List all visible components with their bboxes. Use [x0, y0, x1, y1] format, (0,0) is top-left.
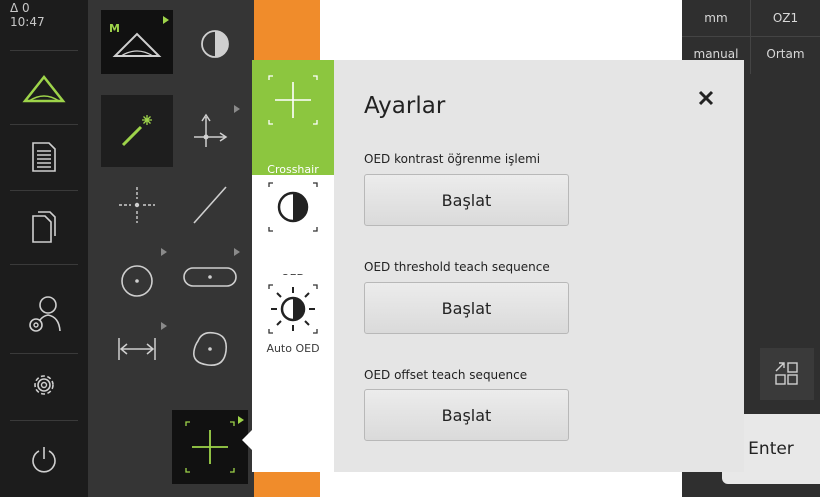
measure-icon — [22, 74, 66, 103]
sidebar-item-measure[interactable] — [0, 52, 88, 124]
line-tool[interactable] — [174, 170, 246, 240]
tab-crosshair[interactable]: Crosshair — [252, 60, 334, 180]
contrast-icon — [201, 30, 229, 58]
coordinate-axes-icon — [194, 113, 228, 147]
distance-icon — [118, 338, 156, 360]
sidebar-item-power[interactable] — [0, 430, 88, 490]
oed-offset-label: OED offset teach sequence — [364, 368, 528, 382]
close-icon — [698, 90, 714, 106]
close-button[interactable] — [694, 86, 718, 110]
start-threshold-button[interactable]: Başlat — [364, 282, 569, 334]
distance-tool[interactable] — [101, 314, 173, 384]
slot-icon — [183, 267, 237, 287]
circle-icon — [121, 265, 153, 297]
blob-tool[interactable] — [174, 314, 246, 384]
crosshair-icon — [268, 75, 318, 125]
user-settings-icon — [29, 296, 61, 332]
start-offset-button[interactable]: Başlat — [364, 389, 569, 441]
manual-label: M — [109, 22, 120, 35]
files-icon — [32, 211, 56, 243]
auto-contrast-icon — [268, 284, 318, 334]
crosshair-icon — [185, 421, 235, 473]
sidebar-item-settings[interactable] — [0, 355, 88, 415]
settings-tab-column: Crosshair OED Auto OED — [252, 60, 334, 472]
measure-wand-tool[interactable] — [101, 95, 173, 167]
main-menu-sidebar: Δ 0 10:47 — [0, 0, 88, 497]
sidebar-item-files[interactable] — [0, 192, 88, 262]
filter-display[interactable]: Ortam — [751, 36, 820, 72]
manual-measure-tool[interactable]: M — [101, 10, 173, 74]
settings-dialog: Ayarlar OED kontrast öğrenme işlemi Başl… — [334, 60, 744, 472]
tab-auto-oed-label: Auto OED — [266, 342, 320, 355]
sidebar-item-user-settings[interactable] — [0, 280, 88, 350]
tab-auto-oed[interactable]: Auto OED — [252, 275, 334, 395]
oed-contrast-tool[interactable] — [184, 16, 246, 72]
dialog-title: Ayarlar — [364, 93, 446, 119]
layout-button[interactable] — [760, 348, 814, 400]
crosshair-tool[interactable] — [172, 410, 248, 484]
magic-wand-icon — [121, 115, 152, 147]
tool-palette: M — [88, 0, 254, 497]
sidebar-item-protocol[interactable] — [0, 126, 88, 188]
point-tool[interactable] — [101, 170, 173, 240]
power-icon — [32, 447, 56, 473]
line-icon — [193, 186, 227, 224]
oed-contrast-label: OED kontrast öğrenme işlemi — [364, 152, 541, 166]
oed-threshold-label: OED threshold teach sequence — [364, 260, 550, 274]
start-contrast-button[interactable]: Başlat — [364, 174, 569, 226]
unit-display[interactable]: mm — [682, 0, 750, 36]
coordinate-point-tool[interactable] — [174, 95, 246, 167]
contrast-icon — [268, 182, 318, 232]
slot-tool[interactable] — [174, 242, 246, 312]
layout-grid-icon — [775, 362, 798, 385]
circle-tool[interactable] — [101, 242, 173, 312]
reference-display[interactable]: OZ1 — [751, 0, 820, 36]
dialog-pointer — [242, 430, 252, 450]
clock: 10:47 — [10, 15, 45, 29]
point-icon — [119, 187, 155, 223]
settings-icon — [34, 375, 54, 395]
document-icon — [32, 142, 56, 172]
blob-icon — [192, 331, 228, 367]
delta-status: Δ 0 — [10, 1, 30, 15]
